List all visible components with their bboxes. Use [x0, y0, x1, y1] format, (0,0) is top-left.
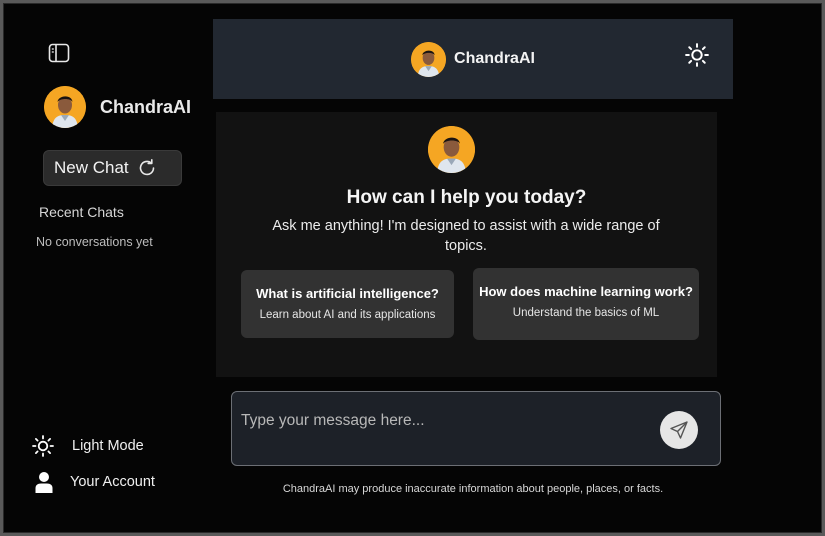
recent-chats-heading: Recent Chats: [39, 204, 124, 220]
suggestion-card-ml[interactable]: How does machine learning work? Understa…: [473, 268, 699, 340]
sidebar-brand: ChandraAI: [44, 86, 191, 128]
account-link[interactable]: Your Account: [34, 471, 155, 493]
app-window: ChandraAI New Chat Recent Chats No conve…: [3, 3, 822, 533]
disclaimer-text: ChandraAI may produce inaccurate informa…: [282, 483, 664, 495]
new-chat-label: New Chat: [54, 158, 129, 177]
avatar: [44, 86, 86, 128]
light-mode-toggle[interactable]: Light Mode: [32, 435, 144, 457]
welcome-subtitle: Ask me anything! I'm designed to assist …: [272, 218, 660, 254]
message-input[interactable]: [241, 406, 641, 436]
assistant-avatar: [428, 126, 475, 173]
refresh-icon: [139, 159, 154, 176]
welcome-panel: How can I help you today? Ask me anythin…: [216, 112, 717, 377]
message-composer: [231, 391, 721, 466]
send-button[interactable]: [660, 411, 698, 449]
suggestion-card-ai[interactable]: What is artificial intelligence? Learn a…: [241, 270, 454, 338]
theme-toggle-button[interactable]: [685, 43, 709, 67]
welcome-title: How can I help you today?: [346, 187, 587, 208]
chat-header: ChandraAI: [213, 19, 733, 99]
suggestion-description: Understand the basics of ML: [512, 307, 660, 319]
light-mode-label: Light Mode: [72, 438, 144, 454]
header-title: ChandraAI: [454, 50, 535, 67]
user-icon: [35, 472, 53, 493]
suggestion-title: How does machine learning work?: [479, 284, 693, 299]
account-label: Your Account: [70, 474, 155, 490]
header-avatar: [411, 41, 447, 77]
sun-icon: [685, 43, 709, 67]
brand-name: ChandraAI: [100, 96, 192, 117]
new-chat-button[interactable]: New Chat: [43, 150, 182, 186]
sun-icon: [32, 435, 54, 457]
sidebar-toggle-button[interactable]: [46, 41, 72, 65]
suggestion-title: What is artificial intelligence?: [256, 286, 439, 301]
sidebar-toggle-icon: [48, 43, 70, 63]
suggestion-description: Learn about AI and its applications: [259, 309, 436, 321]
send-icon: [670, 421, 688, 439]
empty-conversations-text: No conversations yet: [36, 235, 153, 249]
